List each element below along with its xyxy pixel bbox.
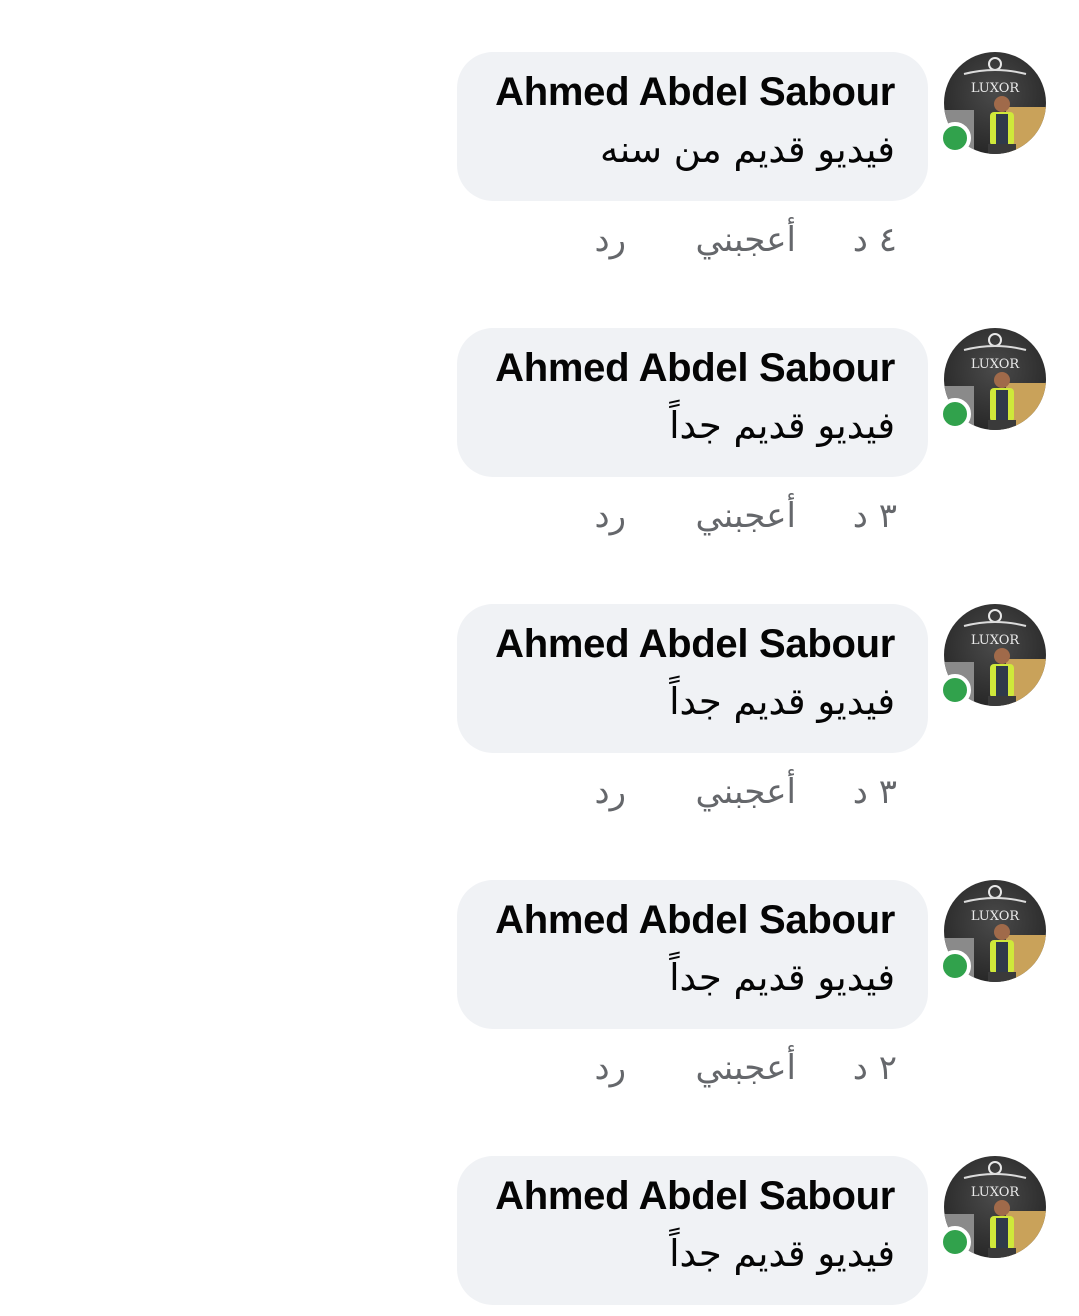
avatar-logo-text: LUXOR xyxy=(971,909,1021,924)
comment-text: فيديو قديم من سنه xyxy=(600,128,895,171)
comment-bubble[interactable]: Ahmed Abdel Sabour فيديو قديم جداً xyxy=(457,1156,928,1305)
comment-text: فيديو قديم جداً xyxy=(669,956,895,999)
avatar-logo-text: LUXOR xyxy=(971,633,1021,648)
like-button[interactable]: أعجبني xyxy=(695,496,796,546)
reply-button[interactable]: رد xyxy=(594,220,626,270)
comment-author-name[interactable]: Ahmed Abdel Sabour xyxy=(495,346,895,391)
comment-bubble[interactable]: Ahmed Abdel Sabour فيديو قديم من سنه xyxy=(457,52,928,201)
reply-button[interactable]: رد xyxy=(594,772,626,822)
comment-timestamp[interactable]: ٣ د xyxy=(853,496,897,546)
comment-thread: LUXOR Ahmed Abdel Sabour فيديو قديم من س… xyxy=(0,0,1079,1316)
comment-author-name[interactable]: Ahmed Abdel Sabour xyxy=(495,898,895,943)
reply-button[interactable]: رد xyxy=(594,496,626,546)
comment-text: فيديو قديم جداً xyxy=(669,404,895,447)
like-button[interactable]: أعجبني xyxy=(695,220,796,270)
like-button[interactable]: أعجبني xyxy=(695,1048,796,1098)
comment-text: فيديو قديم جداً xyxy=(669,1232,895,1275)
reply-button[interactable]: رد xyxy=(594,1048,626,1098)
comment-item: LUXOR Ahmed Abdel Sabour فيديو قديم جداً xyxy=(0,1104,1079,1316)
comment-bubble[interactable]: Ahmed Abdel Sabour فيديو قديم جداً xyxy=(457,880,928,1029)
comment-author-name[interactable]: Ahmed Abdel Sabour xyxy=(495,622,895,667)
comment-item: LUXOR Ahmed Abdel Sabour فيديو قديم جداً… xyxy=(0,828,1079,1104)
comment-author-name[interactable]: Ahmed Abdel Sabour xyxy=(495,70,895,115)
avatar-logo-text: LUXOR xyxy=(971,357,1021,372)
comment-bubble[interactable]: Ahmed Abdel Sabour فيديو قديم جداً xyxy=(457,604,928,753)
online-status-dot xyxy=(939,122,971,154)
comment-item: LUXOR Ahmed Abdel Sabour فيديو قديم جداً… xyxy=(0,552,1079,828)
comment-item: LUXOR Ahmed Abdel Sabour فيديو قديم من س… xyxy=(0,0,1079,276)
avatar-logo-text: LUXOR xyxy=(971,1185,1021,1200)
comment-bubble[interactable]: Ahmed Abdel Sabour فيديو قديم جداً xyxy=(457,328,928,477)
avatar-logo-text: LUXOR xyxy=(971,81,1021,96)
like-button[interactable]: أعجبني xyxy=(695,772,796,822)
comment-item: LUXOR Ahmed Abdel Sabour فيديو قديم جداً… xyxy=(0,276,1079,552)
comment-author-name[interactable]: Ahmed Abdel Sabour xyxy=(495,1174,895,1219)
online-status-dot xyxy=(939,1226,971,1258)
comment-timestamp[interactable]: ٢ د xyxy=(853,1048,897,1098)
comment-timestamp[interactable]: ٤ د xyxy=(853,220,897,270)
comment-timestamp[interactable]: ٣ د xyxy=(853,772,897,822)
online-status-dot xyxy=(939,674,971,706)
comment-text: فيديو قديم جداً xyxy=(669,680,895,723)
online-status-dot xyxy=(939,950,971,982)
online-status-dot xyxy=(939,398,971,430)
